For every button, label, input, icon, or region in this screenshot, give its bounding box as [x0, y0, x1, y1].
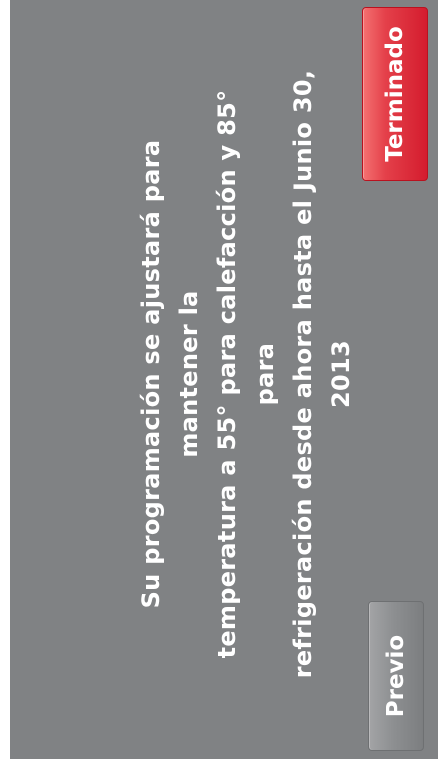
schedule-message: Su programación se ajustará para mantene…: [132, 69, 360, 679]
message-line-1: Su programación se ajustará para mantene…: [137, 139, 203, 609]
device-frame: Su programación se ajustará para mantene…: [0, 0, 440, 772]
message-line-2: temperatura a 55° para calefacción y 85°…: [213, 89, 279, 659]
message-line-3: refrigeración desde ahora hasta el Junio…: [289, 69, 355, 679]
previous-button[interactable]: Previo: [368, 601, 424, 751]
done-button-label: Terminado: [382, 26, 408, 162]
previous-button-label: Previo: [383, 634, 409, 718]
thermostat-screen: Su programación se ajustará para mantene…: [10, 0, 438, 759]
done-button[interactable]: Terminado: [362, 7, 428, 181]
screen-content: Su programación se ajustará para mantene…: [10, 0, 438, 759]
